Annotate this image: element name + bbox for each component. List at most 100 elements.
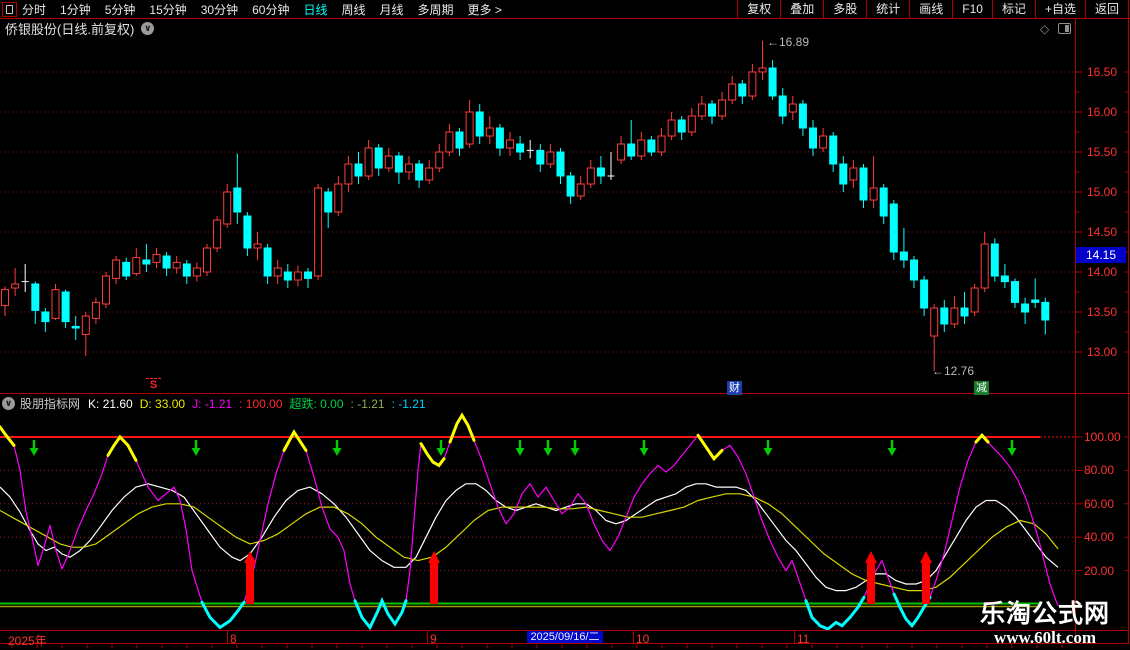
d-line — [0, 493, 1059, 592]
watermark: 乐淘公式网 www.60lt.com — [955, 601, 1130, 648]
j-oversold-segment — [353, 596, 408, 631]
toolbar-item-复权[interactable]: 复权 — [737, 0, 780, 18]
candle-body — [495, 127, 504, 149]
toolbar-item-F10[interactable]: F10 — [952, 0, 992, 18]
indicator-header: ∨ 股朋指标网 K: 21.60 D: 33.00 J: -1.21: 100.00… — [2, 396, 433, 411]
sell-arrow-icon — [32, 440, 36, 448]
candle-body — [687, 115, 696, 133]
toolbar-item-返回[interactable]: 返回 — [1084, 0, 1128, 18]
candle-body — [1031, 299, 1040, 303]
sell-arrow-icon — [763, 448, 773, 456]
buy-tower-marker — [922, 562, 930, 604]
toolbar-item-15分钟[interactable]: 15分钟 — [149, 1, 186, 18]
candle-body — [435, 151, 444, 169]
candle-body — [11, 283, 20, 289]
candle-body — [788, 103, 797, 113]
toolbar-item-30分钟[interactable]: 30分钟 — [201, 1, 238, 18]
sell-arrow-icon — [887, 448, 897, 456]
candle-body — [304, 271, 312, 279]
candle-body — [233, 187, 242, 213]
top-toolbar: 分时 1分钟 5分钟 15分钟 30分钟 60分钟 日线 周线 月线 多周期 更多 > 复权 叠加 多股… — [0, 0, 1130, 18]
candle-body — [1000, 275, 1009, 283]
candle-body — [293, 271, 302, 281]
candle-body — [1011, 281, 1019, 303]
date-axis-label: 10 — [636, 631, 650, 646]
diamond-icon[interactable]: ◇ — [1040, 22, 1049, 36]
toolbar-item-周线[interactable]: 周线 — [341, 1, 365, 18]
sell-arrow-icon — [439, 440, 443, 448]
price-axis-label: 14.50 — [1087, 225, 1118, 239]
sell-arrow-icon — [436, 448, 446, 456]
candle-body — [960, 307, 969, 317]
reduction-badge[interactable]: 减 — [974, 381, 989, 395]
toolbar-item-5分钟[interactable]: 5分钟 — [105, 1, 136, 18]
candle-body — [889, 203, 898, 253]
toolbar-item-多周期[interactable]: 多周期 — [418, 1, 454, 18]
candle-body — [839, 163, 848, 185]
last-price-tag: 14.15 — [1076, 247, 1126, 263]
toolbar-item-统计[interactable]: 统计 — [866, 0, 909, 18]
sell-arrow-icon — [515, 448, 525, 456]
candle-body — [738, 83, 747, 97]
candle-body — [364, 147, 373, 177]
candle-body — [576, 183, 585, 197]
indicator-value: : -1.21 — [350, 397, 385, 411]
buy-tower-marker — [867, 562, 875, 604]
candle-body — [556, 151, 565, 177]
candle-body — [192, 267, 201, 277]
candle-body — [910, 259, 918, 281]
chevron-down-icon[interactable]: ∨ — [2, 397, 15, 410]
sell-arrow-icon — [1010, 440, 1014, 448]
indicator-value: : 100.00 — [239, 397, 283, 411]
candle-body — [203, 247, 211, 273]
toolbar-item-月线[interactable]: 月线 — [380, 1, 404, 18]
candle-body — [354, 163, 363, 177]
toolbar-item-画线[interactable]: 画线 — [909, 0, 952, 18]
toolbar-item-更多 >[interactable]: 更多 > — [468, 1, 502, 18]
candle-body — [51, 289, 60, 319]
date-axis-label: 2025年 — [8, 633, 47, 648]
candle-body — [142, 259, 151, 265]
toolbar-item-标记[interactable]: 标记 — [991, 0, 1035, 18]
buy-tower-marker — [920, 551, 932, 563]
candle-body — [617, 143, 626, 161]
price-axis-label: 15.00 — [1087, 185, 1118, 199]
toolbar-item-分时[interactable]: 分时 — [22, 1, 46, 18]
candle-body — [718, 99, 727, 117]
j-overbought-segment — [696, 433, 724, 462]
sell-arrow-icon — [642, 440, 646, 448]
sell-arrow-icon — [332, 448, 342, 456]
indicator-axis-label: 20.00 — [1084, 563, 1115, 578]
candle-body — [455, 131, 464, 149]
candle-body — [162, 255, 171, 269]
watermark-url: www.60lt.com — [994, 628, 1096, 647]
sell-arrow-icon — [518, 440, 522, 448]
candle-body — [374, 147, 383, 169]
date-axis-label: 11 — [797, 631, 810, 646]
candle-body — [273, 267, 282, 277]
sell-arrow-icon — [890, 440, 894, 448]
j-overbought-segment — [282, 429, 308, 452]
indicator-name[interactable]: 股朋指标网 — [20, 395, 80, 412]
candle-body — [506, 139, 514, 149]
j-oversold-segment — [804, 595, 866, 631]
candle-body — [263, 247, 272, 277]
finance-badge[interactable]: 财 — [727, 381, 742, 395]
candle-body — [677, 119, 686, 133]
candle-body — [768, 67, 777, 97]
chart-graphics — [0, 18, 1130, 649]
toolbar-item-叠加[interactable]: 叠加 — [780, 0, 823, 18]
toolbar-item-多股[interactable]: 多股 — [823, 0, 866, 18]
chevron-down-icon[interactable]: ∨ — [141, 22, 155, 35]
toolbar-item-日线[interactable]: 日线 — [303, 1, 327, 18]
candle-body — [748, 71, 757, 97]
toolbar-item-1分钟[interactable]: 1分钟 — [60, 1, 91, 18]
candle-body — [1, 289, 9, 307]
candle-body — [869, 187, 878, 201]
split-window-icon[interactable] — [2, 2, 17, 17]
toolbar-item-60分钟[interactable]: 60分钟 — [252, 1, 289, 18]
candle-body — [990, 243, 999, 277]
toolbar-item-+自选[interactable]: +自选 — [1034, 0, 1085, 18]
pane-layout-icon[interactable] — [1058, 23, 1071, 34]
candle-body — [950, 307, 959, 325]
